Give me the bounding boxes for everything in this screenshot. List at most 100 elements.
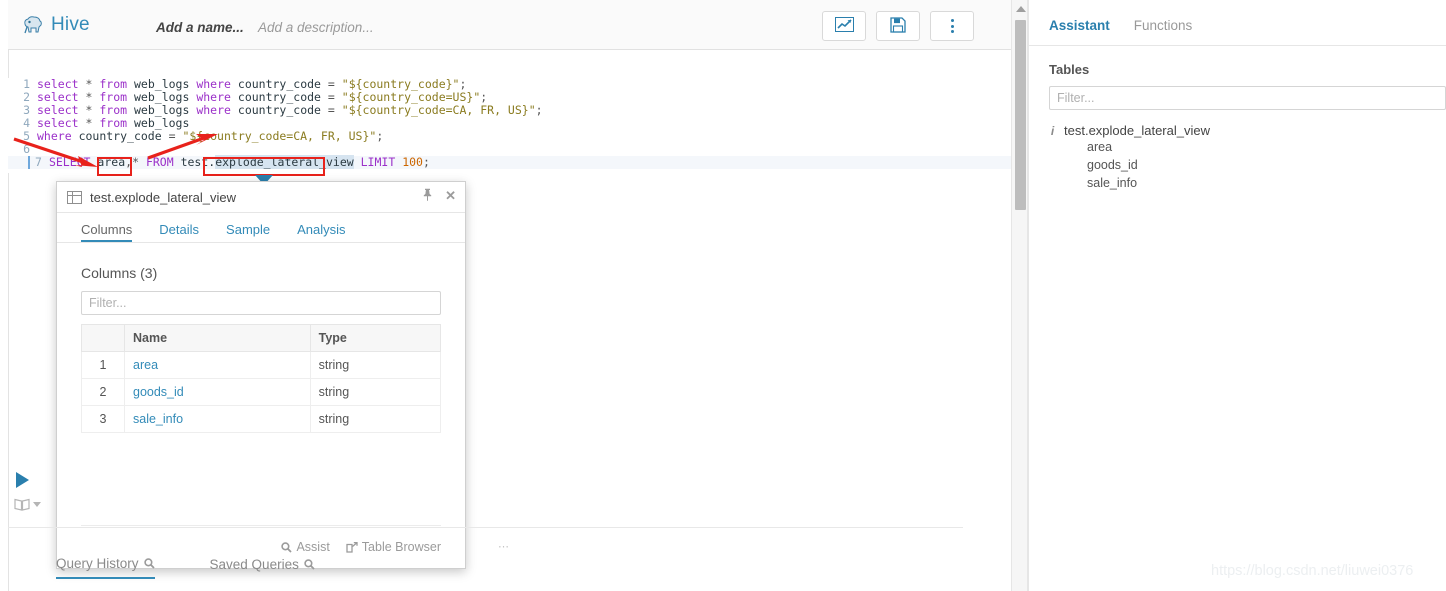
- row-type-cell: string: [309, 378, 442, 406]
- code-token: where: [196, 103, 231, 117]
- app-header: Hive Add a name... Add a description...: [8, 0, 1012, 50]
- code-token: where: [196, 90, 231, 104]
- assistant-tab-assistant[interactable]: Assistant: [1049, 18, 1110, 45]
- header-actions: [822, 11, 974, 41]
- close-icon[interactable]: ✕: [445, 188, 456, 204]
- bottom-tab-label: Saved Queries: [209, 557, 299, 572]
- table-row[interactable]: 1 area string: [81, 351, 442, 379]
- popup-header: test.explode_lateral_view ✕: [57, 182, 465, 213]
- code-lines: 1 select * from web_logs where country_co…: [8, 78, 1012, 169]
- brand[interactable]: Hive: [22, 14, 90, 36]
- chart-line-icon: [834, 17, 854, 35]
- scroll-up-arrow-icon[interactable]: [1016, 6, 1026, 12]
- bottom-tab-query-history[interactable]: Query History: [56, 556, 155, 579]
- code-token: =: [320, 90, 342, 104]
- chevron-down-icon: [33, 502, 41, 507]
- code-token: web_logs: [134, 103, 190, 117]
- chart-button[interactable]: [822, 11, 866, 41]
- code-token: FROM: [145, 155, 174, 169]
- popup-tabs: Columns Details Sample Analysis: [57, 213, 465, 243]
- popup-title: test.explode_lateral_view: [90, 189, 236, 205]
- code-token: "${country_code=CA, FR, US}": [182, 129, 377, 143]
- external-link-icon: [346, 541, 358, 553]
- column-name-link[interactable]: goods_id: [133, 385, 184, 399]
- line-number: 7: [28, 156, 49, 169]
- code-token: select: [37, 103, 79, 117]
- more-button[interactable]: [930, 11, 974, 41]
- code-token: country_code: [237, 103, 321, 117]
- table-details-popup: test.explode_lateral_view ✕ Columns Detai…: [56, 181, 466, 569]
- save-button[interactable]: [876, 11, 920, 41]
- bottom-tab-label: Query History: [56, 556, 139, 571]
- table-row[interactable]: 2 goods_id string: [81, 378, 442, 406]
- code-token: ;: [376, 129, 384, 143]
- code-line[interactable]: 7 SELECT area,* FROM test.explode_lateral…: [8, 155, 1012, 169]
- row-index: 3: [81, 405, 125, 433]
- code-token: country_code: [78, 129, 162, 143]
- header-name: Name: [124, 324, 311, 352]
- tables-section-title: Tables: [1049, 62, 1090, 77]
- sql-editor[interactable]: 1 select * from web_logs where country_co…: [8, 78, 1012, 173]
- editor-scrollbar[interactable]: [1011, 0, 1028, 591]
- book-dropdown[interactable]: [14, 498, 41, 511]
- columns-table-body: 1 area string 2 goods_id string 3 sale_info stri…: [81, 351, 442, 433]
- row-type-cell: string: [309, 351, 442, 379]
- popup-body: Columns (3) Name Type 1 area string 2 goods_…: [57, 243, 465, 433]
- code-token: from: [99, 103, 128, 117]
- pin-icon[interactable]: [422, 188, 433, 204]
- code-token: test.: [180, 155, 216, 169]
- code-token: ;: [535, 103, 543, 117]
- assistant-tabs: Assistant Functions: [1029, 0, 1446, 46]
- bottom-tab-saved-queries[interactable]: Saved Queries: [210, 556, 315, 579]
- doc-name-field[interactable]: Add a name...: [156, 20, 244, 35]
- code-token: =: [161, 129, 183, 143]
- code-token: area: [97, 155, 126, 169]
- code-token: country_code: [237, 90, 321, 104]
- code-token: ;: [480, 90, 488, 104]
- run-query-button[interactable]: [16, 472, 29, 488]
- scrollbar-thumb[interactable]: [1015, 20, 1026, 210]
- table-column-item[interactable]: sale_info: [1087, 174, 1426, 192]
- table-list-item[interactable]: i test.explode_lateral_view: [1049, 123, 1426, 138]
- code-line[interactable]: 5 where country_code = "${country_code=CA…: [8, 130, 1012, 143]
- table-column-item[interactable]: area: [1087, 138, 1426, 156]
- table-column-item[interactable]: goods_id: [1087, 156, 1426, 174]
- popup-tab-columns[interactable]: Columns: [81, 222, 133, 242]
- column-name-link[interactable]: sale_info: [133, 412, 183, 426]
- doc-description-field[interactable]: Add a description...: [258, 20, 374, 35]
- assist-link[interactable]: Assist: [281, 540, 330, 554]
- table-browser-link[interactable]: Table Browser: [346, 540, 441, 554]
- columns-filter-input[interactable]: [81, 291, 441, 315]
- code-token: ;: [422, 155, 430, 169]
- watermark: https://blog.csdn.net/liuwei0376: [1211, 563, 1414, 579]
- popup-header-icons: ✕: [422, 188, 456, 204]
- assist-label: Assist: [296, 540, 330, 554]
- table-row[interactable]: 3 sale_info string: [81, 405, 442, 433]
- tables-filter-input[interactable]: [1049, 86, 1446, 110]
- header-index: [81, 324, 125, 352]
- table-browser-label: Table Browser: [361, 540, 441, 554]
- header-type: Type: [309, 324, 442, 352]
- code-token: from: [99, 116, 128, 130]
- popup-tab-details[interactable]: Details: [159, 222, 199, 242]
- code-token: select: [37, 116, 79, 130]
- assistant-tab-functions[interactable]: Functions: [1134, 18, 1193, 45]
- popup-tab-sample[interactable]: Sample: [226, 222, 270, 242]
- line-number: 6: [23, 142, 30, 156]
- code-token: where: [37, 129, 72, 143]
- search-icon: [304, 559, 315, 570]
- resize-grip[interactable]: ⋯: [498, 540, 510, 553]
- info-icon[interactable]: i: [1049, 124, 1056, 138]
- row-name-cell: area: [124, 351, 311, 379]
- popup-tab-analysis[interactable]: Analysis: [297, 222, 345, 242]
- code-token: select: [37, 90, 79, 104]
- code-token: web_logs: [134, 90, 190, 104]
- row-type-cell: string: [309, 405, 442, 433]
- column-name-link[interactable]: area: [133, 358, 158, 372]
- bottom-tabs: Query History Saved Queries: [56, 556, 315, 579]
